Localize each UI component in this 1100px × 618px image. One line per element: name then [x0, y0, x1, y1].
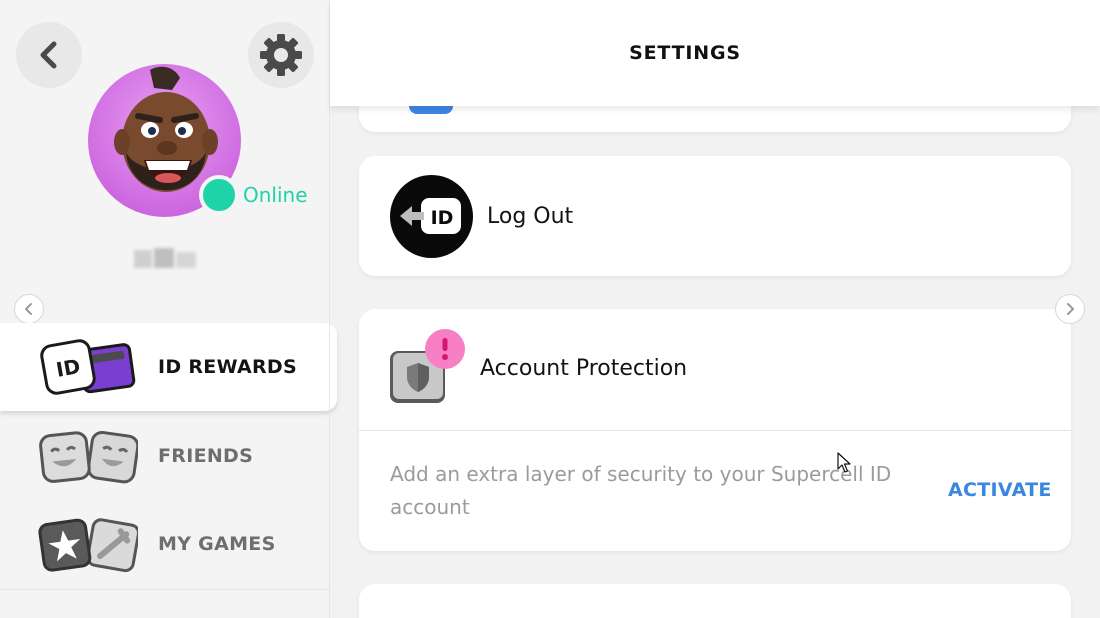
- svg-text:ID: ID: [431, 207, 454, 229]
- chevron-right-icon: [1067, 303, 1074, 315]
- friends-icon: [39, 430, 138, 484]
- scroll-right-button[interactable]: [1055, 294, 1085, 324]
- settings-card-partial-bottom[interactable]: [359, 584, 1071, 618]
- online-status-dot: [199, 175, 239, 215]
- online-status-label: Online: [243, 183, 308, 207]
- sidebar: Online ID ID REWARDS FRIENDS MY GAMES: [0, 0, 337, 618]
- card-divider: [359, 430, 1071, 431]
- back-button[interactable]: [16, 22, 82, 88]
- scroll-left-button[interactable]: [14, 294, 44, 324]
- activate-button[interactable]: ACTIVATE: [948, 479, 1052, 501]
- page-title: SETTINGS: [629, 42, 741, 64]
- partial-icon: [409, 106, 453, 114]
- svg-text:ID: ID: [54, 354, 82, 382]
- logout-card[interactable]: ID Log Out: [359, 156, 1071, 276]
- sidebar-item-friends[interactable]: FRIENDS: [0, 412, 330, 500]
- sidebar-item-label: ID REWARDS: [158, 356, 297, 378]
- account-protection-card: Account Protection Add an extra layer of…: [359, 309, 1071, 551]
- sidebar-item-id-rewards[interactable]: ID ID REWARDS: [0, 323, 337, 411]
- account-protection-title: Account Protection: [480, 356, 688, 381]
- mouse-cursor-icon: [837, 452, 851, 473]
- sidebar-item-label: FRIENDS: [158, 445, 254, 467]
- chevron-left-icon: [25, 303, 32, 315]
- sidebar-item-my-games[interactable]: MY GAMES: [0, 500, 330, 588]
- my-games-icon: [38, 518, 138, 573]
- logout-glyph: ID: [400, 198, 461, 234]
- settings-button[interactable]: [248, 22, 314, 88]
- id-rewards-icon: ID: [40, 339, 136, 395]
- sidebar-divider: [0, 589, 330, 590]
- username-redacted: [134, 248, 196, 270]
- shield-alert-icon: [389, 329, 479, 409]
- logout-id-icon: ID: [390, 175, 473, 258]
- app-window: Online ID ID REWARDS FRIENDS MY GAMES SE…: [0, 0, 1100, 618]
- logout-label: Log Out: [487, 204, 574, 229]
- settings-header: SETTINGS: [330, 0, 1100, 106]
- gear-icon: [260, 34, 302, 76]
- settings-panel: SETTINGS ID Log Out Account Protection A…: [330, 0, 1100, 618]
- sidebar-item-label: MY GAMES: [158, 533, 276, 555]
- chevron-left-icon: [40, 41, 57, 69]
